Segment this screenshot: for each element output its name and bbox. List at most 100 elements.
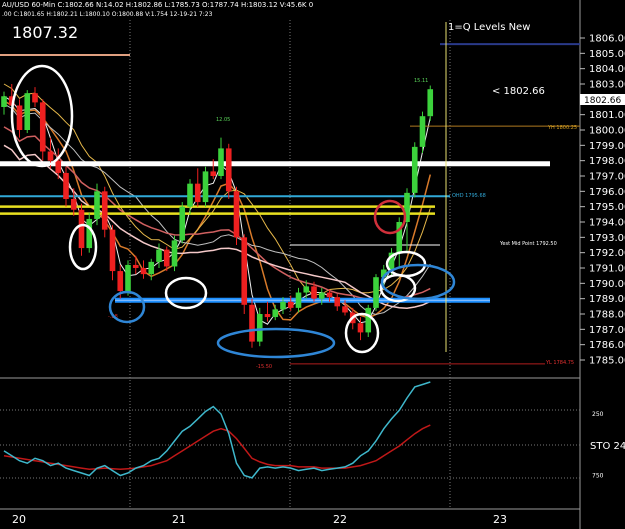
price-tick-label: 1798.00	[589, 156, 625, 167]
oscillator-label: STO 24	[590, 441, 625, 452]
price-tick-label: 1788.00	[589, 310, 625, 321]
candle-body	[156, 249, 162, 262]
swing-low-label-1: -15.50	[256, 364, 272, 370]
candles	[1, 84, 434, 348]
candle-body	[16, 105, 23, 130]
yl-label: YL 1784.75	[545, 360, 574, 366]
price-tick-label: 1787.00	[589, 325, 625, 336]
ohd-label: OHD 1795.68	[452, 193, 486, 199]
oscillator-panel: 250 750 STO 24	[3, 381, 625, 479]
candle-body	[55, 160, 62, 173]
candle-body	[218, 148, 224, 176]
moving-average-line	[3, 95, 431, 325]
price-tick-label: 1801.00	[589, 110, 625, 121]
candle-body	[210, 171, 217, 176]
candle-body	[419, 116, 426, 147]
markup-ellipse-low-3	[344, 312, 380, 354]
price-tick-label: 1797.00	[589, 172, 625, 183]
price-tick-label: 1791.00	[589, 264, 625, 275]
price-tick-label: 1789.00	[589, 294, 625, 305]
candle-body	[295, 292, 302, 308]
candle-body	[249, 304, 255, 342]
markup	[10, 64, 456, 359]
swing-high-label-1: 12.05	[216, 117, 230, 123]
candle-body	[125, 264, 131, 291]
candle-body	[241, 237, 248, 305]
candle-body	[287, 301, 294, 308]
info-line-1: AU/USD 60-Min C:1802.66 N:14.02 H:1802.8…	[2, 1, 313, 9]
price-tick-label: 1803.00	[589, 80, 625, 91]
candle-body	[148, 261, 155, 275]
price-axis: 1806.001805.001804.001803.001802.001801.…	[580, 34, 625, 367]
candle-body	[264, 314, 271, 318]
candle-body	[132, 264, 139, 268]
price-tick-label: 1796.00	[589, 187, 625, 198]
candle-body	[303, 286, 310, 293]
price-tick-label: 1806.00	[589, 34, 625, 45]
candle-body	[1, 96, 7, 107]
candle-body	[39, 102, 46, 152]
candle-body	[256, 314, 263, 342]
candle-body	[272, 309, 279, 318]
price-tick-label: 1805.00	[589, 49, 625, 60]
big-price: 1807.32	[12, 23, 78, 42]
candle-body	[194, 183, 201, 203]
level-lines	[0, 22, 580, 365]
yest-mid-label: Yest Mid Point 1792.50	[499, 241, 557, 247]
candle-body	[94, 191, 100, 219]
price-tick-label: 1800.00	[589, 126, 625, 137]
candle-body	[63, 172, 69, 199]
swing-high-label-2: 15.11	[414, 78, 428, 84]
candle-body	[163, 249, 170, 267]
candle-body	[427, 89, 434, 117]
candle-body	[78, 209, 85, 249]
candle-body	[86, 218, 93, 249]
candle-body	[365, 307, 372, 333]
oscillator-tick-label: 250	[592, 411, 604, 418]
candle-body	[225, 148, 232, 192]
candle-body	[171, 240, 178, 267]
moving-average-line	[3, 103, 431, 316]
candle-body	[357, 323, 364, 333]
markup-ellipse-blue-bottom	[216, 327, 336, 359]
candle-body	[179, 206, 186, 241]
oscillator-tick-label: 750	[592, 472, 604, 479]
price-tick-label: 1790.00	[589, 279, 625, 290]
candle-body	[70, 199, 77, 210]
chart-window: 1806.001805.001804.001803.001802.001801.…	[0, 0, 625, 529]
candle-body	[373, 277, 379, 308]
info-line-2: .00 C:1801.65 H:1802.21 L:1800.10 O:1800…	[2, 11, 213, 18]
candle-body	[311, 286, 317, 299]
candle-body	[233, 191, 240, 238]
price-tick-label: 1794.00	[589, 218, 625, 229]
time-tick-label: 20	[12, 513, 26, 526]
candle-body	[140, 268, 147, 275]
candle-body	[47, 151, 54, 161]
yh-label: YH 1800.25	[547, 125, 577, 131]
candle-body	[342, 306, 348, 313]
candle-body	[318, 292, 325, 299]
indicator-title: 1=Q Levels New	[448, 22, 530, 33]
moving-average-line	[3, 144, 431, 309]
markup-ellipse-blue-left	[108, 290, 146, 324]
price-tick-label: 1786.00	[589, 340, 625, 351]
price-tick-label: 1799.00	[589, 141, 625, 152]
markup-ellipse-low-2	[164, 276, 208, 310]
candle-body	[117, 271, 124, 291]
last-price-value: 1802.66	[584, 96, 621, 106]
candle-body	[280, 301, 286, 310]
oscillator-slow-line	[3, 424, 431, 471]
candle-body	[109, 229, 116, 272]
candle-body	[24, 93, 31, 130]
candle-body	[326, 292, 333, 298]
price-tick-label: 1785.00	[589, 356, 625, 367]
candle-body	[411, 146, 418, 193]
candle-body	[334, 297, 341, 307]
chart-canvas[interactable]: 1806.001805.001804.001803.001802.001801.…	[0, 0, 625, 529]
price-tick-label: 1804.00	[589, 64, 625, 75]
time-tick-label: 22	[333, 513, 347, 526]
time-axis: 20 21 22 23	[12, 513, 507, 526]
price-tag: < 1802.66	[492, 86, 545, 97]
price-tick-label: 1795.00	[589, 202, 625, 213]
candle-body	[202, 171, 209, 203]
